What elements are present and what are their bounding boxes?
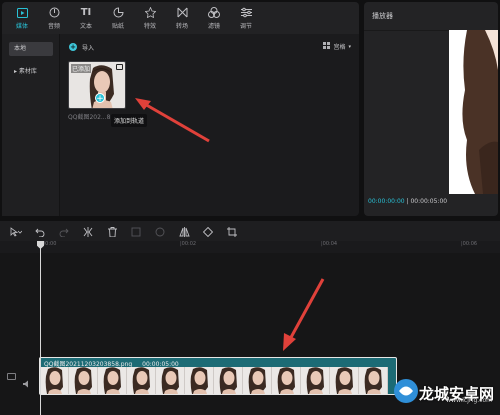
clip-frame xyxy=(243,367,272,394)
media-icon xyxy=(16,7,28,19)
tab-label: 音频 xyxy=(47,22,60,30)
split-icon xyxy=(83,222,93,241)
timeline-toolbar xyxy=(0,221,500,241)
reverse-icon xyxy=(155,222,165,241)
add-to-track-button[interactable]: + xyxy=(95,93,105,104)
grid-icon xyxy=(323,42,331,51)
transition-icon xyxy=(176,7,188,19)
media-tab-bar: 媒体 音频 TI 文本 贴纸 特效 转场 滤镜 调节 xyxy=(2,2,359,34)
current-time: 00:00:00:00 xyxy=(368,198,405,205)
added-tag: 已添加 xyxy=(71,64,92,73)
tab-transition[interactable]: 转场 xyxy=(166,2,198,34)
tab-label: 媒体 xyxy=(15,22,28,30)
view-mode-label: 宫格 xyxy=(333,44,346,51)
media-sidebar: 本地 ▸ 素材库 xyxy=(2,34,60,216)
mirror-button[interactable] xyxy=(172,221,196,241)
tab-effects[interactable]: 特效 xyxy=(134,2,166,34)
mirror-icon xyxy=(178,222,190,241)
clip-frame xyxy=(156,367,185,394)
preview-portrait-image xyxy=(462,30,498,194)
track-controls xyxy=(7,373,31,392)
ruler-tick-label: 00:00 xyxy=(42,241,57,247)
watermark-url: www.lcjrfg.com xyxy=(446,397,492,404)
redo-icon xyxy=(59,222,69,241)
clip-filmstrip xyxy=(40,367,396,394)
tab-label: 文本 xyxy=(79,22,92,30)
cursor-icon xyxy=(10,222,23,241)
tab-text[interactable]: TI 文本 xyxy=(70,2,102,34)
sidebar-item-library[interactable]: ▸ 素材库 xyxy=(9,65,53,79)
text-icon: TI xyxy=(80,7,92,18)
sidebar-item-local[interactable]: 本地 xyxy=(9,42,53,56)
audio-icon xyxy=(48,7,60,19)
rotate-button[interactable] xyxy=(196,221,220,241)
freeze-icon xyxy=(131,222,141,241)
watermark-logo xyxy=(393,378,419,408)
timeline-ruler[interactable]: 00:00 |00:02 |00:04 |00:06 xyxy=(0,241,500,253)
clip-frame xyxy=(330,367,359,394)
image-type-icon xyxy=(116,64,123,70)
reverse-button[interactable] xyxy=(148,221,172,241)
undo-icon xyxy=(35,222,45,241)
sticker-icon xyxy=(112,7,124,19)
clip-frame xyxy=(69,367,98,394)
plus-icon: + xyxy=(69,43,77,51)
effects-icon xyxy=(144,7,156,19)
filter-icon xyxy=(208,7,220,19)
clip-frame xyxy=(272,367,301,394)
clip-frame xyxy=(301,367,330,394)
tab-adjust[interactable]: 调节 xyxy=(230,2,262,34)
clip-frame xyxy=(359,367,388,394)
player-preview[interactable] xyxy=(449,30,498,194)
tab-media[interactable]: 媒体 xyxy=(6,2,38,34)
total-time: 00:00:05:00 xyxy=(410,198,448,205)
delete-button[interactable] xyxy=(100,221,124,241)
timecode: 00:00:00:00 | 00:00:05:00 xyxy=(368,198,447,205)
tab-label: 滤镜 xyxy=(207,22,220,30)
tab-filter[interactable]: 滤镜 xyxy=(198,2,230,34)
tab-sticker[interactable]: 贴纸 xyxy=(102,2,134,34)
player-panel: 播放器 00:00:00:00 | 00:00:05:00 xyxy=(364,2,498,216)
undo-button[interactable] xyxy=(28,221,52,241)
view-mode-button[interactable]: 宫格 ▾ xyxy=(323,42,351,51)
watermark: 龙城安卓网 www.lcjrfg.com xyxy=(393,378,494,408)
playhead[interactable] xyxy=(40,241,41,415)
ruler-tick-label: |00:04 xyxy=(321,241,338,247)
speaker-icon[interactable] xyxy=(23,373,31,392)
tab-label: 转场 xyxy=(175,22,188,30)
crop-button[interactable] xyxy=(220,221,244,241)
track-cover-icon[interactable] xyxy=(7,373,16,380)
tab-label: 特效 xyxy=(143,22,156,30)
media-panel: 媒体 音频 TI 文本 贴纸 特效 转场 滤镜 调节 本地 ▸ 素材库 + 导入… xyxy=(2,2,359,216)
trash-icon xyxy=(107,222,117,241)
clip-frame xyxy=(98,367,127,394)
redo-button[interactable] xyxy=(52,221,76,241)
import-button[interactable]: + 导入 xyxy=(69,41,94,53)
clip-frame xyxy=(185,367,214,394)
split-button[interactable] xyxy=(76,221,100,241)
ruler-tick-label: |00:02 xyxy=(180,241,197,247)
clip-frame xyxy=(214,367,243,394)
rotate-icon xyxy=(202,222,214,241)
clip-frame xyxy=(40,367,69,394)
tab-audio[interactable]: 音频 xyxy=(38,2,70,34)
adjust-icon xyxy=(240,7,252,19)
import-label: 导入 xyxy=(82,44,95,52)
crop-icon xyxy=(227,222,237,241)
tab-label: 贴纸 xyxy=(111,22,124,30)
clip-frame xyxy=(127,367,156,394)
chevron-down-icon: ▾ xyxy=(348,43,351,50)
thumbnail-filename: QQ截图202...8 xyxy=(68,114,111,121)
select-tool-button[interactable] xyxy=(4,221,28,241)
ruler-tick-label: |00:06 xyxy=(461,241,478,247)
tab-label: 调节 xyxy=(239,22,252,30)
media-content: + 导入 宫格 ▾ 已添加 QQ截图202...8 添加到轨道 xyxy=(61,34,359,216)
player-title: 播放器 xyxy=(372,12,393,20)
timeline-clip[interactable]: QQ截图20211203203858.png 00:00:05:00 xyxy=(39,357,397,395)
freeze-button[interactable] xyxy=(124,221,148,241)
tooltip: 添加到轨道 xyxy=(111,114,148,127)
